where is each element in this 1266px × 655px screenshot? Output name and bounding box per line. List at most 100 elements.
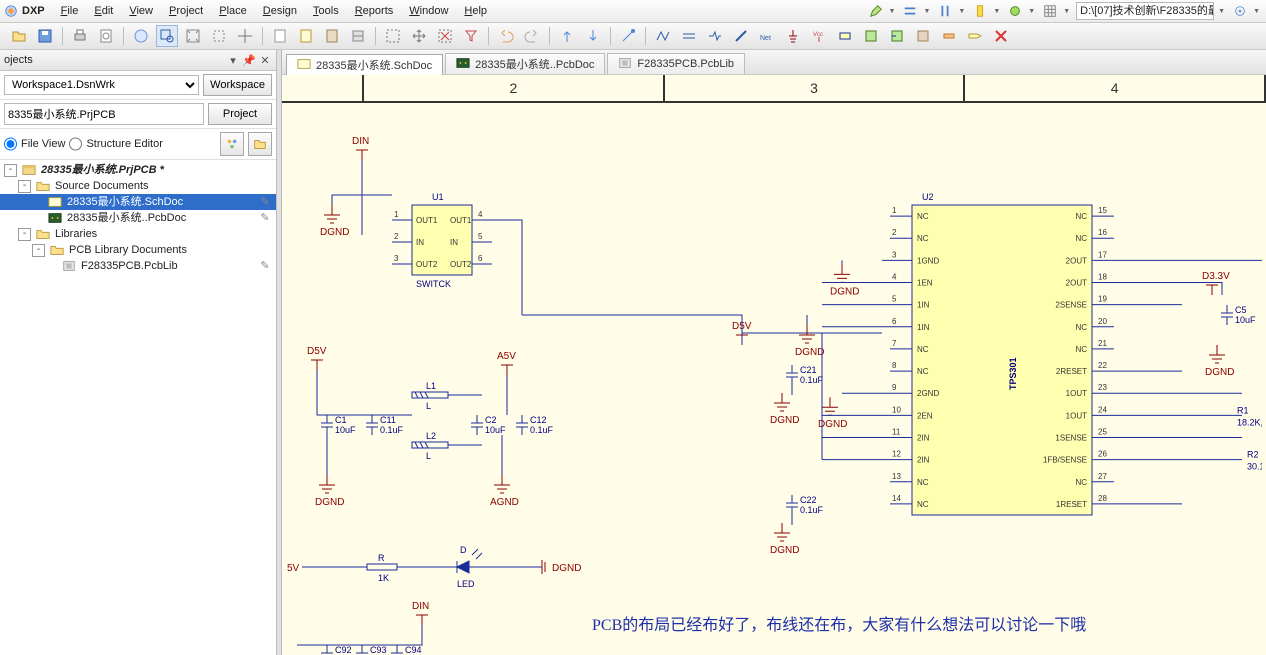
doc-sch-icon[interactable] bbox=[295, 25, 317, 47]
tab-sch[interactable]: 28335最小系统.SchDoc bbox=[286, 54, 443, 75]
svg-text:13: 13 bbox=[892, 472, 901, 481]
schematic-canvas[interactable]: 2 3 4 DINDGNDU1SWITCKOUT11OUT14IN2IN5OUT… bbox=[282, 75, 1266, 655]
menu-file[interactable]: File bbox=[53, 0, 87, 22]
project-options-icon[interactable] bbox=[248, 132, 272, 156]
menu-bar: DXP FileEditViewProjectPlaceDesignToolsR… bbox=[0, 0, 1266, 23]
tree-item[interactable]: -Libraries bbox=[0, 226, 276, 242]
svg-text:DGND: DGND bbox=[770, 415, 799, 426]
place-gnd-icon[interactable] bbox=[782, 25, 804, 47]
zoom-region-icon[interactable] bbox=[156, 25, 178, 47]
compile-icon[interactable] bbox=[347, 25, 369, 47]
svg-text:27: 27 bbox=[1098, 472, 1107, 481]
panel-pin-icon[interactable]: 📌 bbox=[242, 53, 256, 67]
zoom-fit-icon[interactable] bbox=[182, 25, 204, 47]
tool-end-icon[interactable] bbox=[1231, 2, 1249, 20]
place-part-icon[interactable] bbox=[834, 25, 856, 47]
clear-filter-icon[interactable] bbox=[460, 25, 482, 47]
place-no-erc-icon[interactable] bbox=[990, 25, 1012, 47]
svg-text:5: 5 bbox=[892, 295, 897, 304]
move-icon[interactable] bbox=[408, 25, 430, 47]
doc-blank-icon[interactable] bbox=[269, 25, 291, 47]
zoom-select-icon[interactable] bbox=[208, 25, 230, 47]
place-port-icon[interactable] bbox=[964, 25, 986, 47]
svg-text:5V: 5V bbox=[287, 563, 300, 574]
print-icon[interactable] bbox=[69, 25, 91, 47]
tree-item[interactable]: 28335最小系统..PcbDoc✎ bbox=[0, 210, 276, 226]
svg-text:1GND: 1GND bbox=[917, 256, 939, 265]
crossprobe-icon[interactable] bbox=[617, 25, 639, 47]
menu-place[interactable]: Place bbox=[211, 0, 255, 22]
tool-align-horiz-icon[interactable] bbox=[901, 2, 919, 20]
workspace-button[interactable]: Workspace bbox=[203, 74, 272, 96]
place-signal-icon[interactable] bbox=[704, 25, 726, 47]
tree-item-label: 28335最小系统..PcbDoc bbox=[67, 210, 258, 226]
tab-pcb[interactable]: 28335最小系统..PcbDoc bbox=[445, 53, 605, 74]
menu-design[interactable]: Design bbox=[255, 0, 305, 22]
svg-text:10uF: 10uF bbox=[1235, 315, 1256, 325]
menu-view[interactable]: View bbox=[121, 0, 161, 22]
svg-text:NC: NC bbox=[917, 345, 929, 354]
crosshair-icon[interactable] bbox=[234, 25, 256, 47]
svg-text:2IN: 2IN bbox=[917, 456, 930, 465]
project-field[interactable] bbox=[4, 103, 204, 125]
tool-toggle-yellow-icon[interactable] bbox=[971, 2, 989, 20]
place-bus-icon[interactable] bbox=[678, 25, 700, 47]
menu-help[interactable]: Help bbox=[456, 0, 495, 22]
redo-icon[interactable] bbox=[521, 25, 543, 47]
tool-grid-icon[interactable] bbox=[1041, 2, 1059, 20]
menu-window[interactable]: Window bbox=[401, 0, 456, 22]
structure-editor-radio[interactable]: Structure Editor bbox=[69, 134, 162, 154]
svg-text:C22: C22 bbox=[800, 495, 817, 505]
workspace-select[interactable]: Workspace1.DsnWrk bbox=[4, 75, 199, 95]
tree-item[interactable]: -Source Documents bbox=[0, 178, 276, 194]
tree-folder-icon bbox=[35, 179, 51, 193]
tool-toggle-green-icon[interactable] bbox=[1006, 2, 1024, 20]
preview-icon[interactable] bbox=[95, 25, 117, 47]
svg-text:L2: L2 bbox=[426, 431, 436, 441]
menu-project[interactable]: Project bbox=[161, 0, 211, 22]
svg-text:0.1uF: 0.1uF bbox=[800, 505, 824, 515]
place-busentry-icon[interactable] bbox=[730, 25, 752, 47]
panel-autohide-icon[interactable]: ▾ bbox=[226, 53, 240, 67]
panel-close-icon[interactable]: ✕ bbox=[258, 53, 272, 67]
menu-edit[interactable]: Edit bbox=[86, 0, 121, 22]
tree-item[interactable]: 28335最小系统.SchDoc✎ bbox=[0, 194, 276, 210]
tool-pencil-icon[interactable] bbox=[867, 2, 885, 20]
place-wire-iicon[interactable] bbox=[652, 25, 674, 47]
hierarchy-down-icon[interactable] bbox=[582, 25, 604, 47]
menu-reports[interactable]: Reports bbox=[347, 0, 402, 22]
place-sheet-symbol-icon[interactable] bbox=[860, 25, 882, 47]
svg-text:U1: U1 bbox=[432, 192, 444, 202]
place-harness-icon[interactable] bbox=[938, 25, 960, 47]
select-rect-icon[interactable] bbox=[382, 25, 404, 47]
browse-icon[interactable] bbox=[130, 25, 152, 47]
svg-text:11: 11 bbox=[892, 428, 901, 437]
tree-item[interactable]: -PCB Library Documents bbox=[0, 242, 276, 258]
place-netlabel-icon[interactable]: Net bbox=[756, 25, 778, 47]
app-brand[interactable]: DXP bbox=[0, 4, 53, 18]
svg-text:1FB/SENSE: 1FB/SENSE bbox=[1043, 456, 1087, 465]
show-docs-icon[interactable] bbox=[220, 132, 244, 156]
open-icon[interactable] bbox=[8, 25, 30, 47]
svg-text:2OUT: 2OUT bbox=[1066, 279, 1087, 288]
doc-lib-icon[interactable] bbox=[321, 25, 343, 47]
svg-text:D3.3V: D3.3V bbox=[1202, 271, 1230, 282]
tool-align-vert-icon[interactable] bbox=[936, 2, 954, 20]
project-tree[interactable]: -28335最小系统.PrjPCB *-Source Documents2833… bbox=[0, 160, 276, 655]
tree-item[interactable]: F28335PCB.PcbLib✎ bbox=[0, 258, 276, 274]
save-icon[interactable] bbox=[34, 25, 56, 47]
path-display[interactable]: D:\[07]技术创新\F28335的最小系 bbox=[1076, 2, 1214, 20]
file-view-radio[interactable]: File View bbox=[4, 134, 65, 154]
tree-item[interactable]: -28335最小系统.PrjPCB * bbox=[0, 162, 276, 178]
svg-text:2OUT: 2OUT bbox=[1066, 256, 1087, 265]
place-device-sheet-icon[interactable] bbox=[912, 25, 934, 47]
deselect-icon[interactable] bbox=[434, 25, 456, 47]
undo-icon[interactable] bbox=[495, 25, 517, 47]
menu-tools[interactable]: Tools bbox=[305, 0, 347, 22]
place-vcc-icon[interactable]: Vcc bbox=[808, 25, 830, 47]
hierarchy-up-icon[interactable] bbox=[556, 25, 578, 47]
tab-lib[interactable]: F28335PCB.PcbLib bbox=[607, 53, 745, 74]
project-button[interactable]: Project bbox=[208, 103, 272, 125]
svg-text:1OUT: 1OUT bbox=[1066, 411, 1087, 420]
place-sheet-entry-icon[interactable] bbox=[886, 25, 908, 47]
